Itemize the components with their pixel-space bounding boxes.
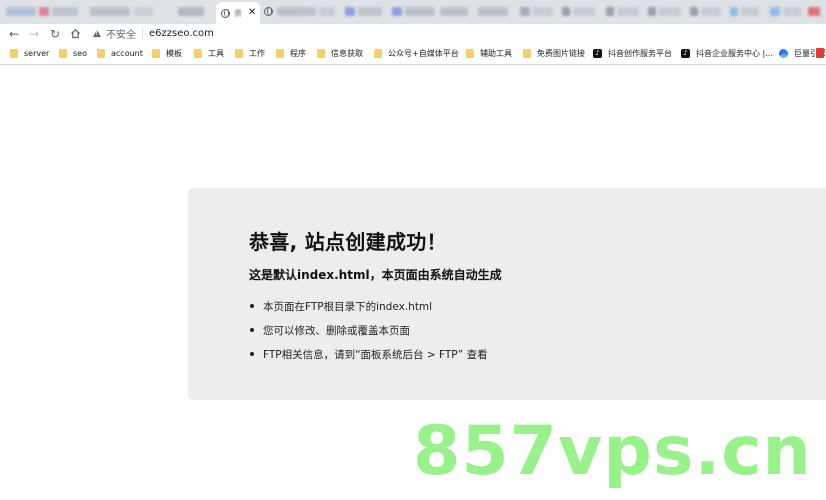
bookmark-server[interactable]: server [10,47,49,60]
browser-toolbar: ← → ↻ 不安全 e6zzseo.com [0,24,826,43]
list-item-text: FTP相关信息，请到“面板系统后台 > FTP” 查看 [263,349,488,361]
folder-icon [152,49,160,58]
folder-icon [523,49,531,58]
tab-blurred-4[interactable] [264,3,304,20]
bookmark-douyin-creator[interactable]: ♪ 抖音创作服务平台 [593,47,672,60]
tab-blurred-11[interactable] [562,3,598,20]
reload-button[interactable]: ↻ [46,24,64,43]
watermark: 857vps.cn [413,412,812,491]
tab-blurred-8[interactable] [440,3,471,20]
folder-icon [59,49,67,58]
bookmark-tools[interactable]: 工具 [194,47,224,60]
bookmark-seo[interactable]: seo [59,47,87,60]
arrow-left-icon: ← [8,26,20,41]
address-bar[interactable]: 不安全 e6zzseo.com [93,25,214,42]
tab-blurred-9[interactable] [478,3,511,20]
bookmark-label: 辅助工具 [480,49,512,58]
bookmark-label: account [111,49,143,58]
tab-blurred-13[interactable] [648,3,684,20]
bookmark-free-images[interactable]: 免费图片链接 [523,47,585,60]
tab-blurred-5[interactable] [300,3,338,20]
folder-icon [317,49,325,58]
tab-blurred-6[interactable] [345,3,385,20]
page-subtitle: 这是默认index.html，本页面由系统自动生成 [249,268,502,282]
list-item: 本页面在FTP根目录下的index.html [249,299,488,323]
tab-blurred-7[interactable] [392,3,438,20]
tab-blurred-17[interactable] [808,3,823,20]
bookmark-label: 模板 [166,49,182,58]
list-item: 您可以修改、删除或覆盖本页面 [249,323,488,347]
list-item: FTP相关信息，请到“面板系统后台 > FTP” 查看 [249,347,488,371]
tab-blurred-1[interactable] [6,3,81,20]
bookmark-label: 工作 [249,49,265,58]
bookmark-label: 抖音企业服务中心 |... [696,49,773,58]
back-button[interactable]: ← [5,24,23,43]
bookmark-aux-tools[interactable]: 辅助工具 [466,47,512,60]
bookmark-label: 抖音创作服务平台 [608,49,672,58]
page-title: 恭喜, 站点创建成功！ [249,230,447,254]
tab-blurred-12[interactable] [606,3,642,20]
bookmark-label: server [24,49,50,58]
bookmark-label: 信息获取 [331,49,363,58]
bookmarks-bar: server seo account 模板 工具 工作 程序 信息获取 公众号+… [0,43,826,65]
bookmark-media-platforms[interactable]: 公众号+自媒体平台 [374,47,459,60]
bookmark-work[interactable]: 工作 [235,47,265,60]
bullet-icon [250,304,254,308]
list-item-text: 您可以修改、删除或覆盖本页面 [263,325,410,337]
welcome-panel: 恭喜, 站点创建成功！ 这是默认index.html，本页面由系统自动生成 本页… [188,188,826,400]
warning-icon[interactable] [93,30,101,37]
bookmark-douyin-enterprise[interactable]: ♪ 抖音企业服务中心 |... [681,47,773,60]
tab-blurred-3[interactable] [178,3,207,20]
bookmark-label: 工具 [208,49,224,58]
bookmark-label: 免费图片链接 [537,49,585,58]
tiktok-icon: ♪ [593,49,602,58]
folder-icon [97,49,105,58]
address-divider [142,28,143,39]
list-item-text: 本页面在FTP根目录下的index.html [263,301,433,313]
juliang-icon [779,49,788,58]
globe-icon [221,8,230,18]
tab-blurred-14[interactable] [690,3,724,20]
folder-icon [194,49,202,58]
tab-blurred-10[interactable] [520,3,556,20]
folder-icon [466,49,474,58]
bullet-icon [250,352,254,356]
close-icon[interactable]: ✕ [248,8,256,18]
bookmark-programs[interactable]: 程序 [276,47,306,60]
arrow-right-icon: → [28,26,40,41]
tab-active[interactable]: 资 ✕ [216,2,260,24]
info-list: 本页面在FTP根目录下的index.html 您可以修改、删除或覆盖本页面 FT… [249,299,488,371]
globe-icon [264,7,273,16]
tab-title: 资 [234,8,242,18]
bookmark-account[interactable]: account [97,47,143,60]
tab-blurred-2[interactable] [90,3,156,20]
bookmark-templates[interactable]: 模板 [152,47,182,60]
security-label[interactable]: 不安全 [106,26,136,41]
bookmarks-overflow-icon[interactable] [816,48,824,58]
folder-icon [276,49,284,58]
forward-button[interactable]: → [25,24,43,43]
tab-blurred-16[interactable] [770,3,804,20]
tab-blurred-15[interactable] [730,3,762,20]
folder-icon [374,49,382,58]
home-button[interactable] [66,24,84,43]
bookmark-label: 公众号+自媒体平台 [388,49,459,58]
tab-strip: 资 ✕ [0,0,826,24]
tiktok-icon: ♪ [681,49,690,58]
bullet-icon [250,328,254,332]
url-text[interactable]: e6zzseo.com [149,28,214,39]
folder-icon [235,49,243,58]
bookmark-label: 程序 [290,49,306,58]
bookmark-info[interactable]: 信息获取 [317,47,363,60]
bookmark-label: seo [73,49,87,58]
reload-icon: ↻ [49,26,61,41]
folder-icon [10,49,18,58]
home-icon [70,28,80,39]
